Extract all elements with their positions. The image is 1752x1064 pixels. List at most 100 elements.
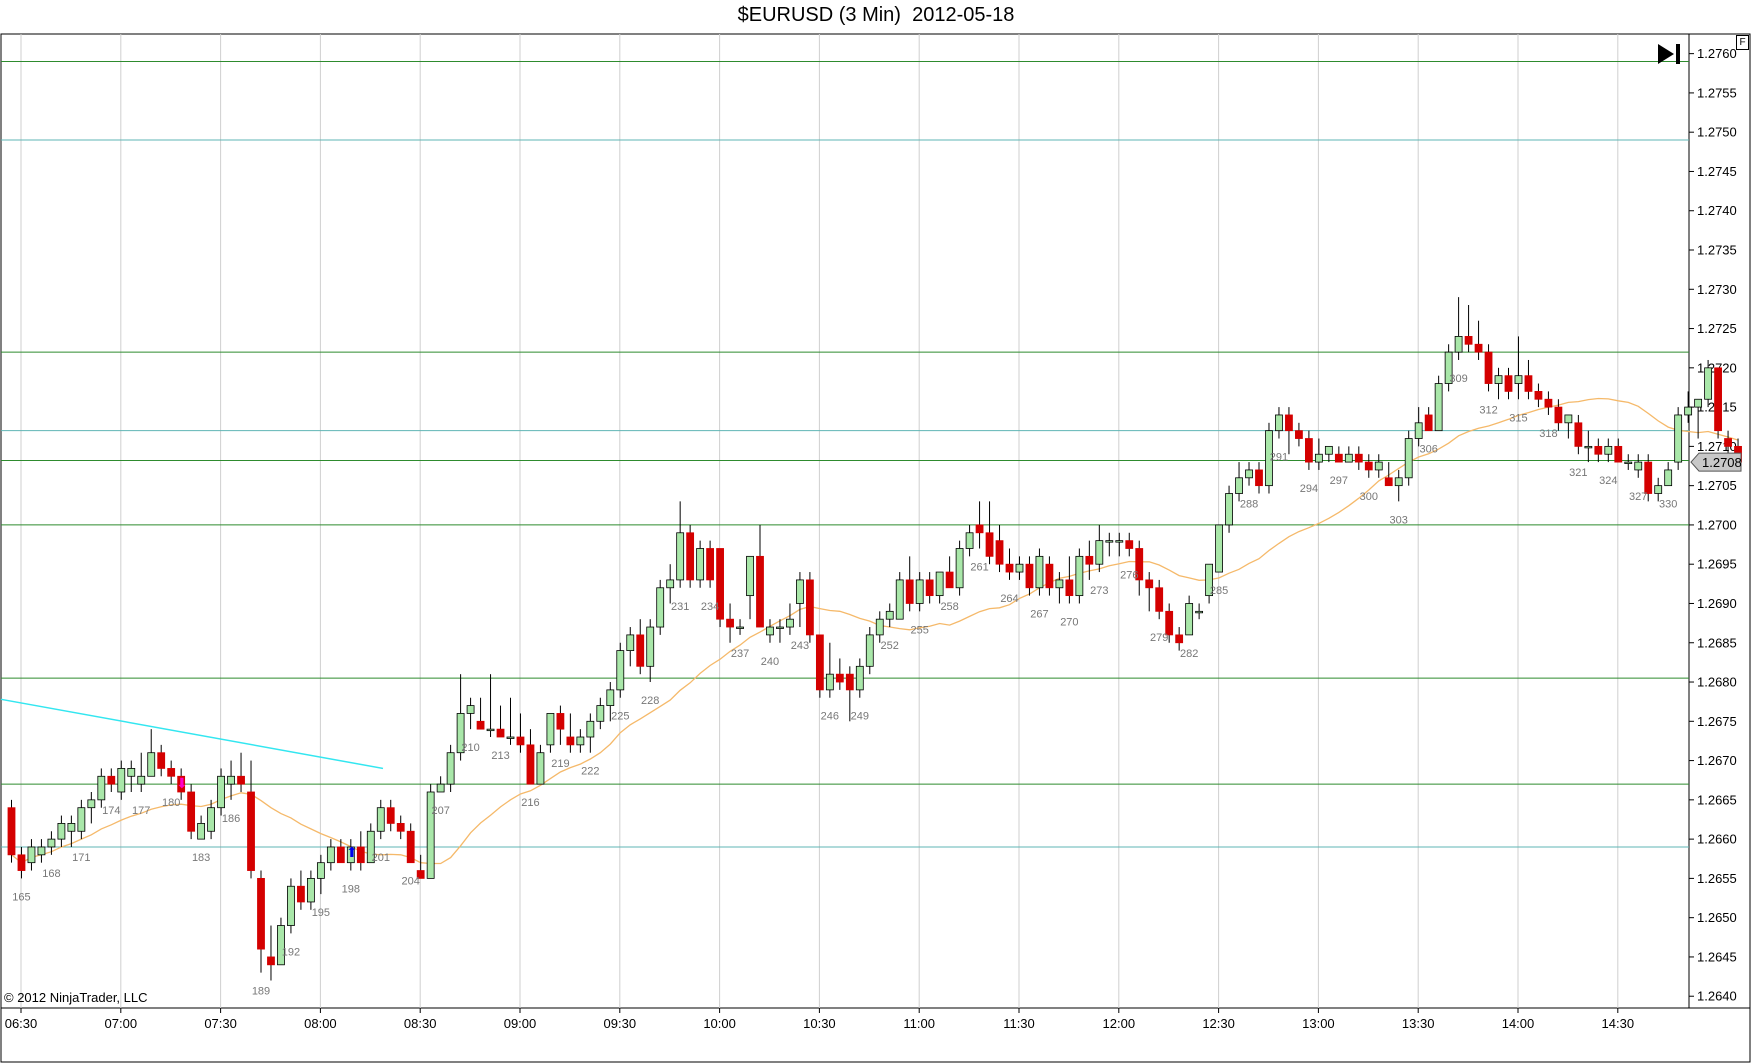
candle[interactable]	[1145, 579, 1154, 589]
candle[interactable]	[1324, 445, 1333, 455]
candle[interactable]	[466, 705, 475, 714]
candle[interactable]	[895, 579, 904, 620]
candle[interactable]	[476, 720, 485, 730]
candle[interactable]	[1185, 603, 1194, 636]
candle[interactable]	[1724, 438, 1732, 447]
candle[interactable]	[1005, 563, 1014, 573]
candle[interactable]	[197, 823, 206, 840]
candle[interactable]	[1075, 555, 1084, 597]
candle[interactable]	[586, 720, 595, 738]
candle[interactable]	[796, 579, 804, 604]
candle[interactable]	[396, 823, 405, 832]
candle[interactable]	[167, 768, 176, 777]
candle[interactable]	[1394, 477, 1403, 487]
candle[interactable]	[1344, 453, 1353, 463]
candle[interactable]	[596, 705, 605, 722]
candle[interactable]	[147, 752, 156, 777]
candle[interactable]	[1384, 477, 1393, 487]
candle[interactable]	[336, 846, 345, 864]
candle[interactable]	[217, 775, 225, 809]
candle[interactable]	[686, 532, 695, 581]
candle[interactable]	[1295, 430, 1303, 439]
candle[interactable]	[1644, 461, 1653, 494]
candle[interactable]	[756, 555, 764, 628]
candle[interactable]	[287, 885, 295, 926]
candle[interactable]	[1255, 469, 1263, 487]
candle[interactable]	[516, 736, 525, 746]
candle[interactable]	[306, 877, 315, 903]
candle[interactable]	[1414, 422, 1423, 439]
f-button[interactable]: F	[1736, 35, 1749, 50]
candle[interactable]	[1614, 445, 1623, 463]
candle[interactable]	[187, 791, 196, 832]
candle[interactable]	[77, 807, 86, 832]
candle[interactable]	[1464, 336, 1473, 345]
candle[interactable]	[87, 799, 96, 809]
candle[interactable]	[1155, 587, 1164, 612]
candle[interactable]	[636, 634, 645, 667]
candle[interactable]	[915, 579, 924, 604]
candle[interactable]	[1285, 414, 1293, 432]
candle[interactable]	[267, 956, 275, 966]
candle[interactable]	[1115, 540, 1124, 543]
candle[interactable]	[955, 548, 964, 589]
candle[interactable]	[137, 775, 146, 785]
candle[interactable]	[127, 768, 136, 777]
candle[interactable]	[1334, 453, 1343, 463]
candle[interactable]	[277, 925, 285, 966]
candle[interactable]	[1095, 540, 1104, 565]
candle[interactable]	[1275, 414, 1283, 432]
candle[interactable]	[1704, 367, 1712, 400]
candle[interactable]	[436, 783, 445, 793]
candle[interactable]	[835, 673, 844, 683]
candle[interactable]	[1684, 406, 1693, 416]
candle[interactable]	[1654, 485, 1663, 494]
chart-canvas[interactable]: 06:30 07:00 07:30 08:00 08:30 09:00 09:30 10:00…	[0, 0, 1752, 1064]
candle[interactable]	[1245, 469, 1253, 479]
candle[interactable]	[1175, 634, 1184, 644]
candle[interactable]	[486, 728, 495, 732]
candle[interactable]	[1354, 453, 1363, 463]
candle[interactable]	[1474, 343, 1483, 353]
candle[interactable]	[1105, 540, 1114, 543]
candle[interactable]	[935, 571, 944, 597]
candle[interactable]	[1225, 493, 1233, 526]
candle[interactable]	[97, 775, 106, 801]
candle[interactable]	[1494, 375, 1503, 384]
candle[interactable]	[1694, 398, 1703, 408]
candle[interactable]	[546, 713, 555, 746]
candle[interactable]	[1504, 375, 1513, 392]
candle[interactable]	[825, 673, 834, 691]
candle[interactable]	[227, 775, 235, 785]
candle[interactable]	[995, 540, 1004, 565]
candle[interactable]	[736, 626, 744, 629]
candle[interactable]	[806, 579, 814, 636]
candle[interactable]	[117, 768, 126, 793]
candle[interactable]	[316, 862, 325, 879]
candle[interactable]	[656, 587, 665, 628]
candle[interactable]	[1424, 414, 1433, 432]
candle[interactable]	[905, 579, 914, 604]
candle[interactable]	[1554, 406, 1563, 424]
candle[interactable]	[556, 713, 565, 730]
candle[interactable]	[885, 610, 894, 620]
candle[interactable]	[1664, 469, 1673, 487]
candle[interactable]	[1404, 438, 1413, 479]
candle[interactable]	[356, 846, 365, 864]
candle[interactable]	[845, 673, 854, 691]
candle[interactable]	[37, 846, 46, 856]
candle[interactable]	[1065, 579, 1074, 597]
candle[interactable]	[965, 532, 974, 549]
candle[interactable]	[536, 752, 545, 785]
candle[interactable]	[1564, 414, 1573, 424]
candle[interactable]	[1624, 461, 1633, 464]
candle[interactable]	[975, 524, 984, 534]
candle[interactable]	[1374, 461, 1383, 471]
candle[interactable]	[855, 665, 864, 691]
candle[interactable]	[726, 618, 734, 628]
candle[interactable]	[576, 736, 585, 746]
candle[interactable]	[386, 807, 395, 824]
candle[interactable]	[1055, 579, 1064, 589]
candle[interactable]	[666, 579, 675, 589]
candle[interactable]	[1015, 563, 1024, 573]
